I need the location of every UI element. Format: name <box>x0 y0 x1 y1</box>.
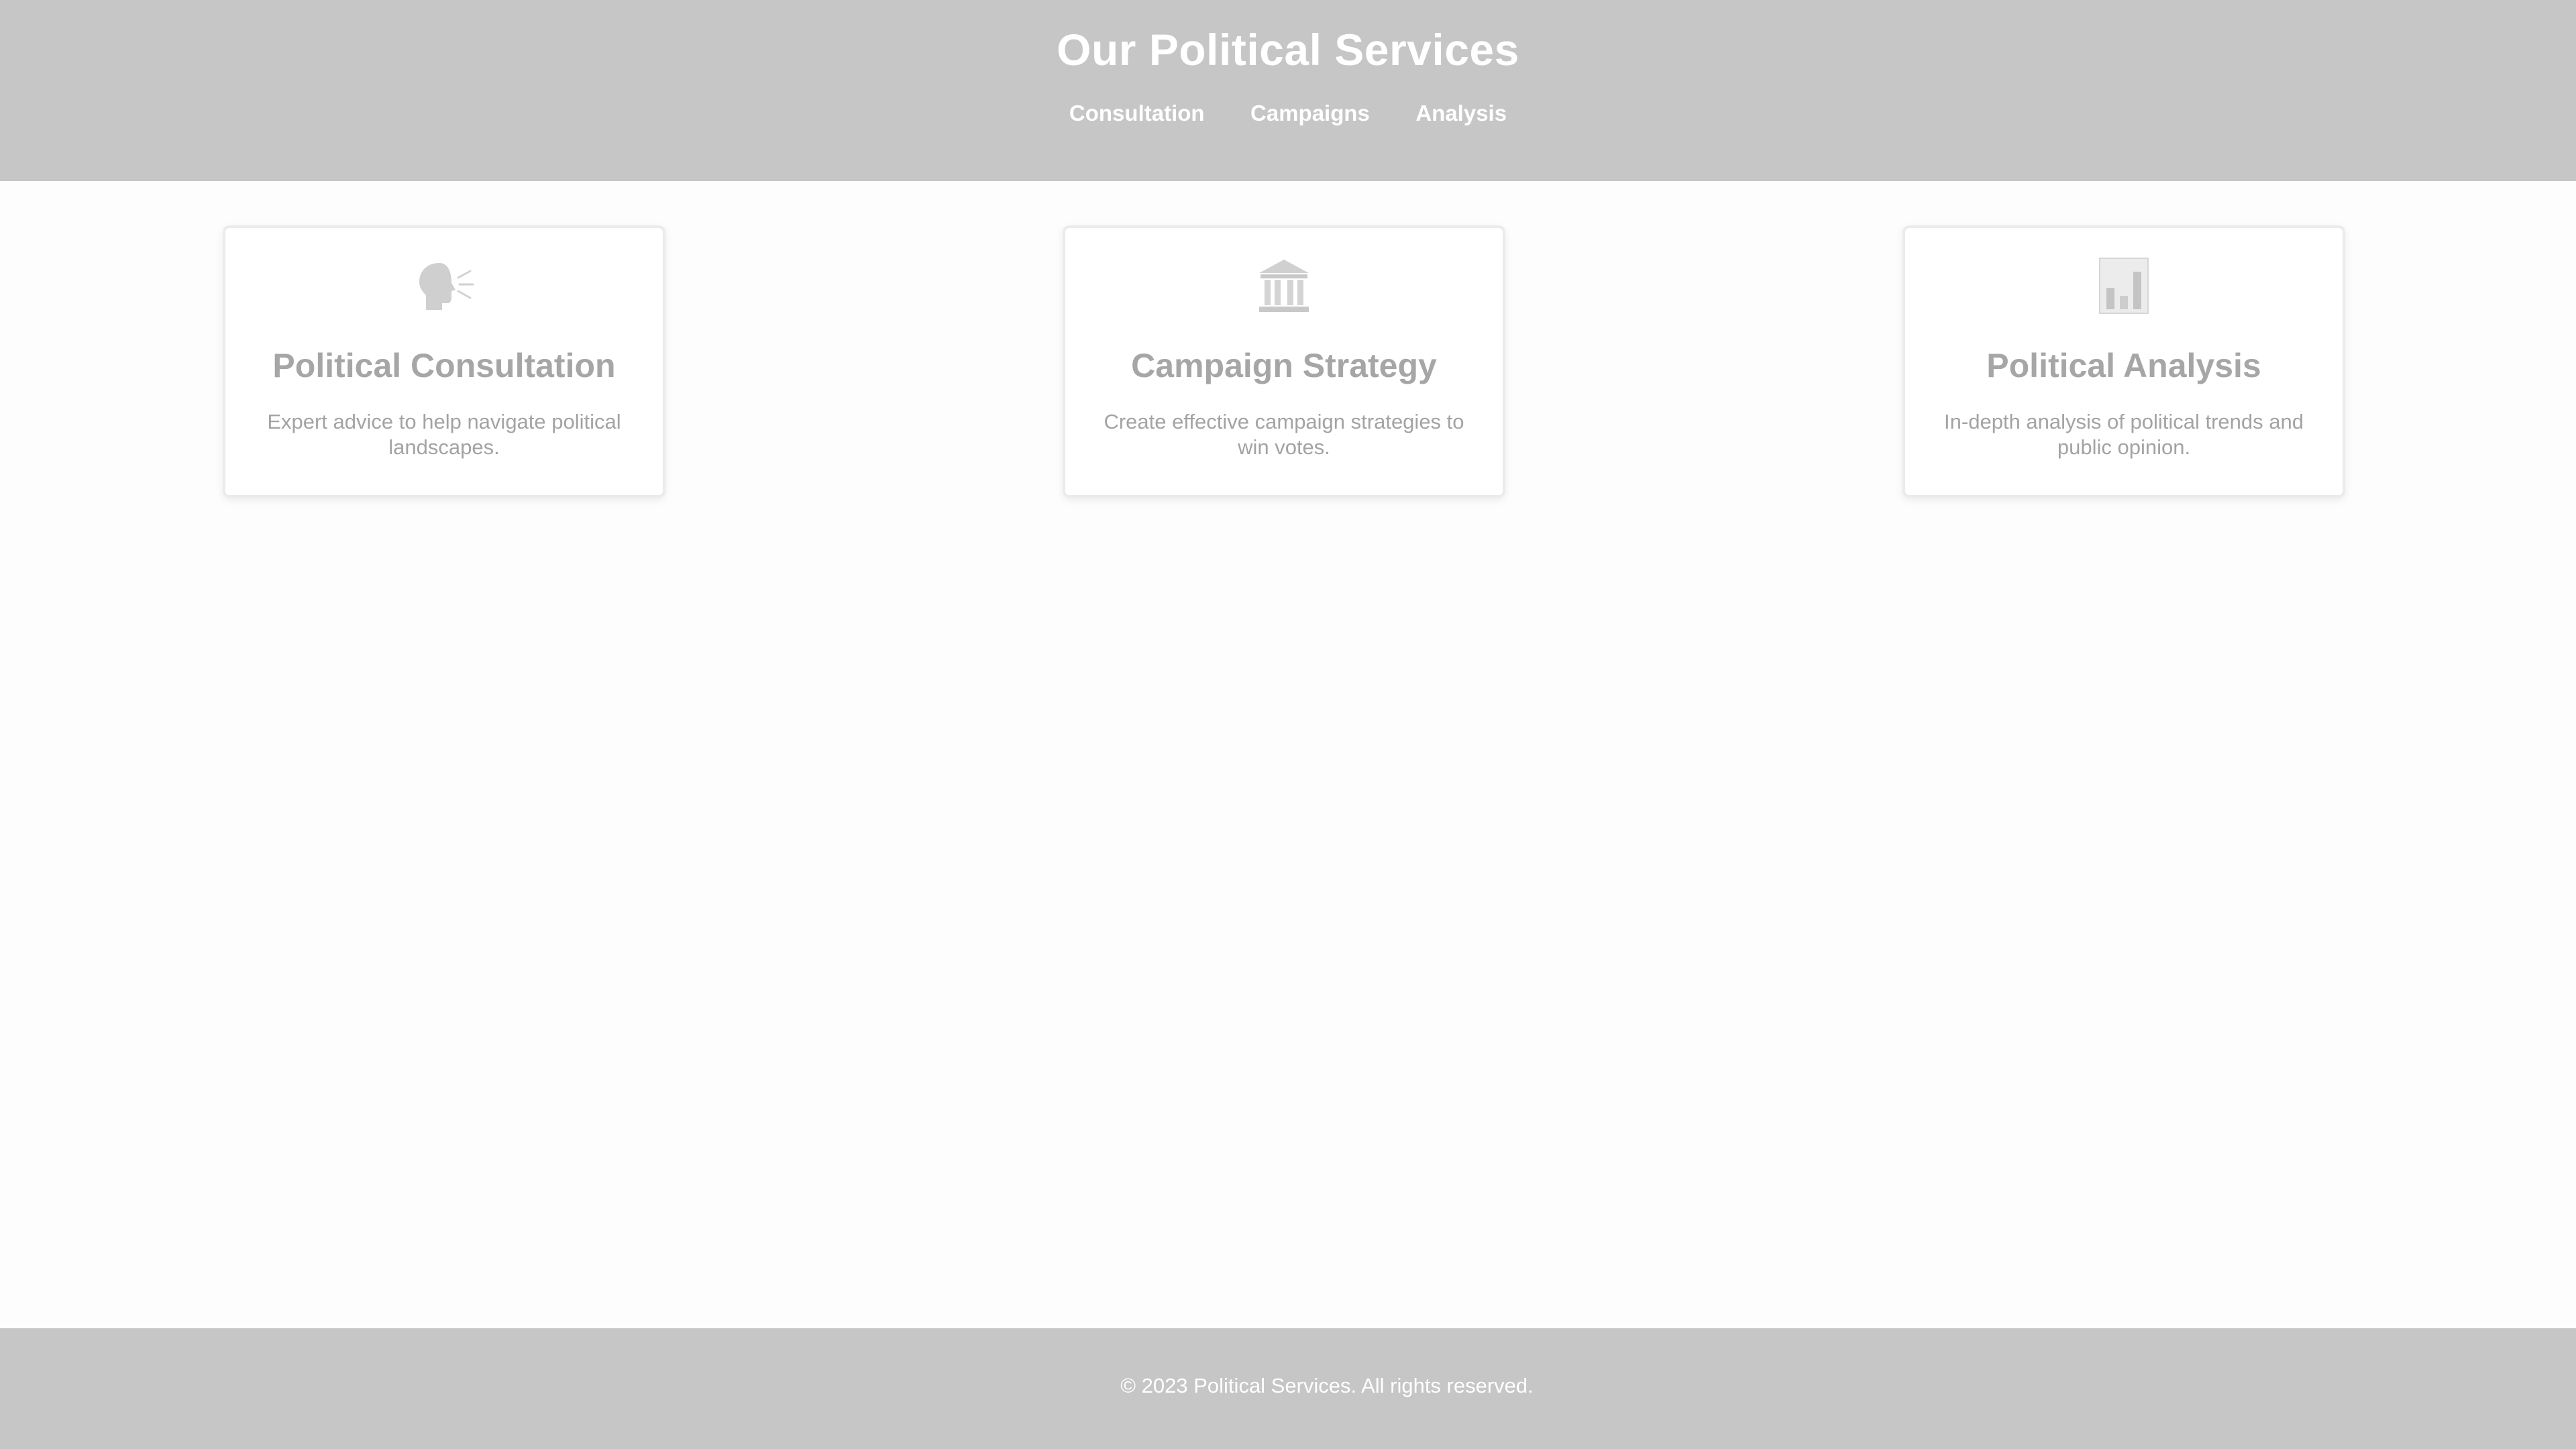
service-card-consultation[interactable]: Political Consultation Expert advice to … <box>223 225 665 498</box>
page-title: Our Political Services <box>1057 25 1519 74</box>
site-footer: © 2023 Political Services. All rights re… <box>0 1328 2576 1449</box>
card-description: In-depth analysis of political trends an… <box>1944 410 2304 459</box>
service-card-campaign[interactable]: Campaign Strategy Create effective campa… <box>1063 225 1505 498</box>
nav-link-consultation[interactable]: Consultation <box>1069 101 1205 126</box>
card-description: Create effective campaign strategies to … <box>1104 410 1464 459</box>
page: Our Political Services Consultation Camp… <box>0 0 2576 1449</box>
copyright-text: © 2023 Political Services. All rights re… <box>1120 1374 1534 1397</box>
card-title: Political Analysis <box>1986 347 2261 384</box>
bar-chart-icon <box>1905 252 2343 319</box>
service-card-analysis[interactable]: Political Analysis In-depth analysis of … <box>1902 225 2345 498</box>
classical-building-icon <box>1065 252 1503 319</box>
card-title: Campaign Strategy <box>1131 347 1437 384</box>
main-nav: Consultation Campaigns Analysis <box>0 101 2576 126</box>
card-description: Expert advice to help navigate political… <box>267 410 621 459</box>
speaking-head-icon <box>225 252 663 319</box>
card-title: Political Consultation <box>272 347 616 384</box>
nav-link-analysis[interactable]: Analysis <box>1415 101 1507 126</box>
site-header: Our Political Services Consultation Camp… <box>0 0 2576 181</box>
nav-link-campaigns[interactable]: Campaigns <box>1250 101 1370 126</box>
